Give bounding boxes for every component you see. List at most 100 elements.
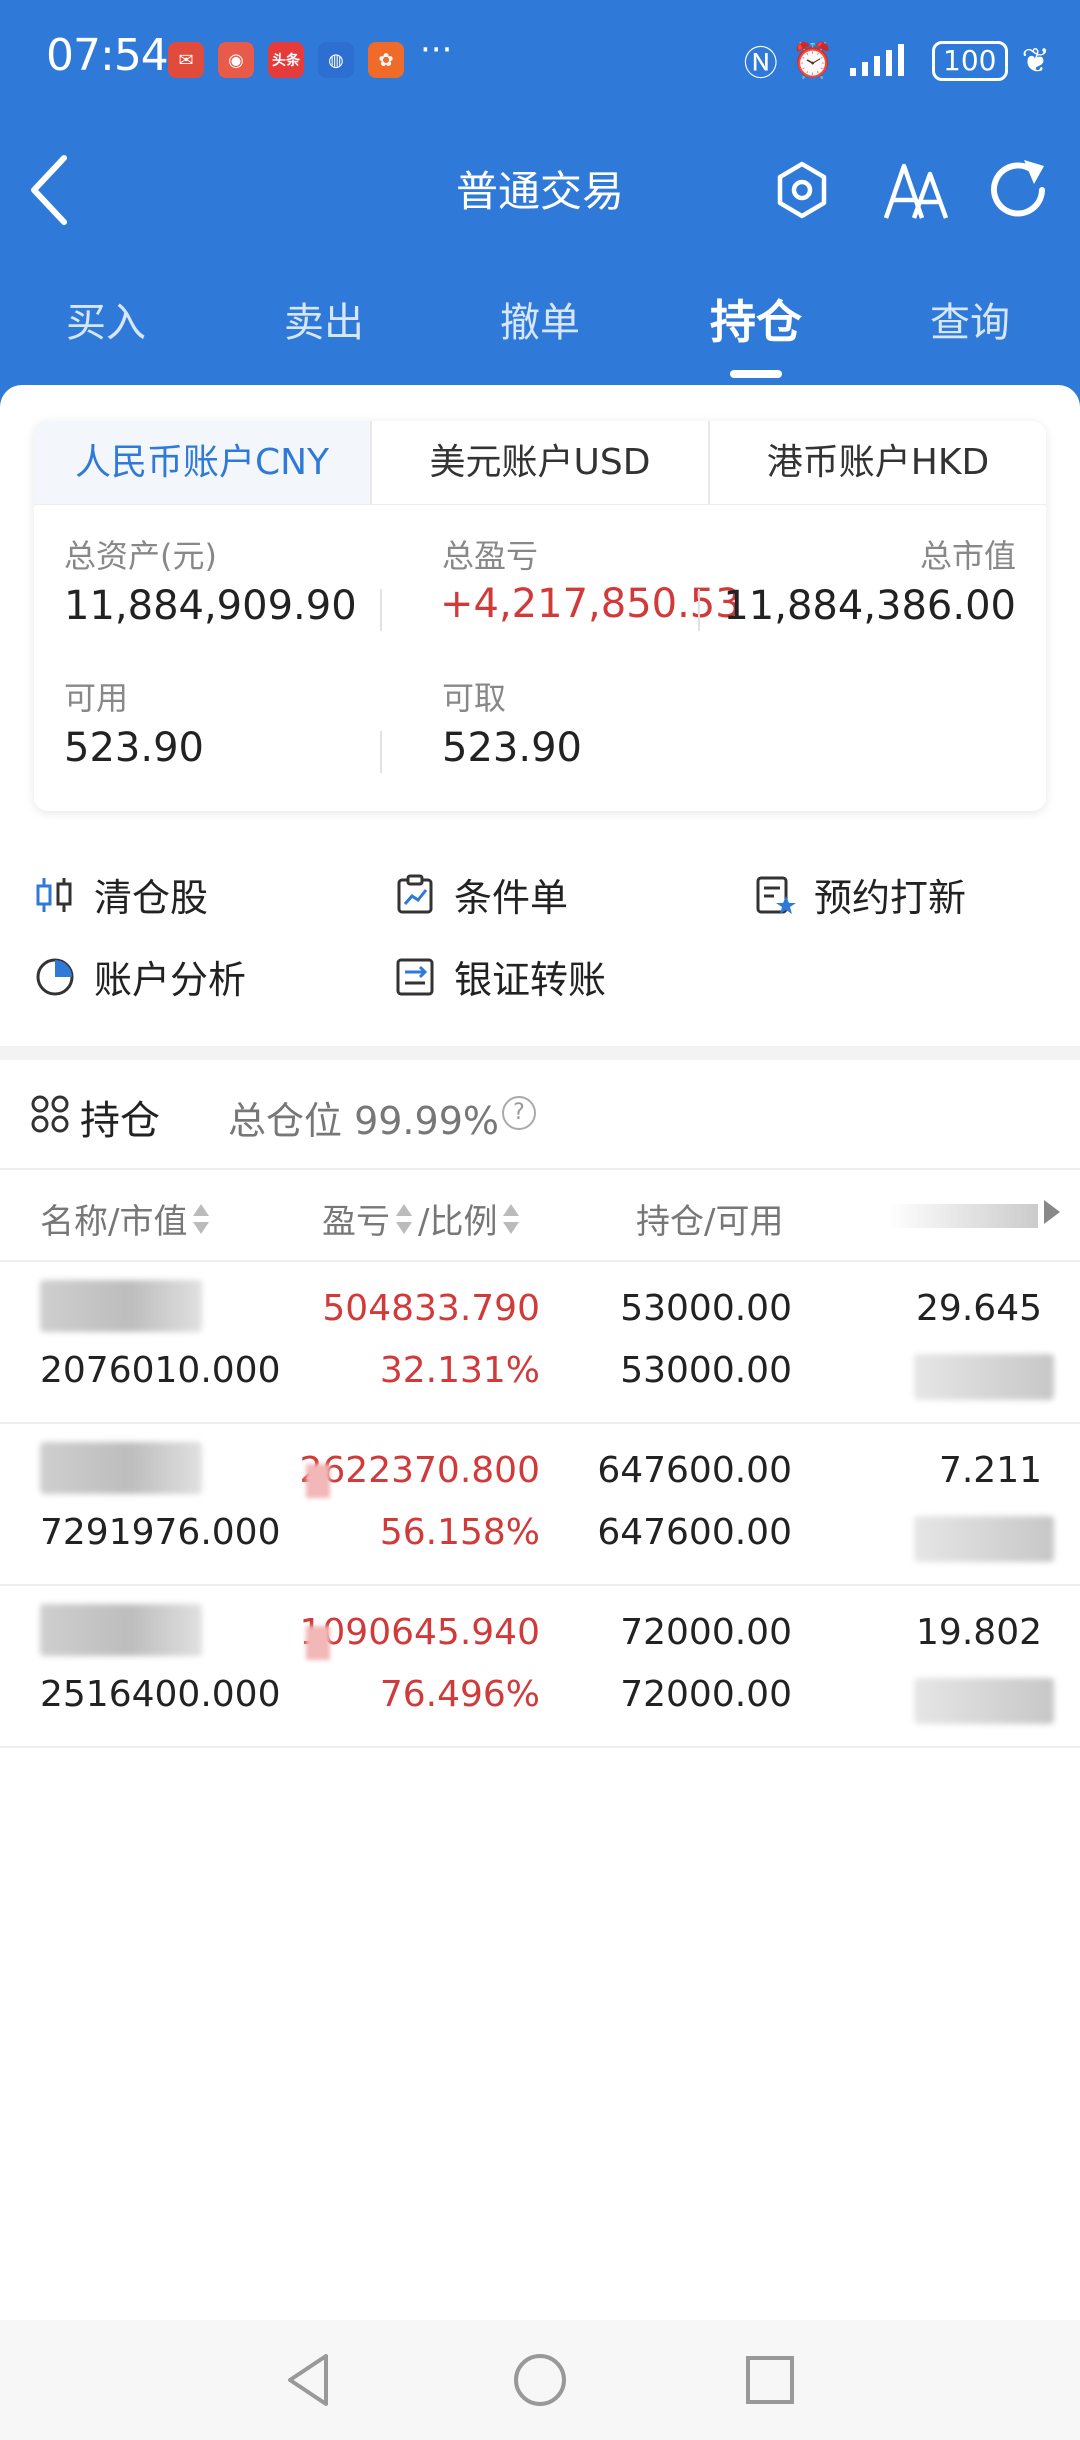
nav-back-icon[interactable] — [278, 2348, 342, 2412]
available-qty: 53000.00 — [620, 1350, 792, 1391]
available-qty: 72000.00 — [620, 1674, 792, 1715]
grid-icon — [31, 1095, 69, 1133]
clipboard-chart-icon — [397, 874, 433, 913]
table-row[interactable]: 2076010.000 504833.790 32.131% 53000.00 … — [0, 1262, 1080, 1424]
divider — [380, 731, 382, 773]
market-value: 7291976.000 — [40, 1512, 281, 1553]
trading-page: 07:54 ✉ ◉ 头条 ◍ ✿ ··· Ⓝ ⏰ 100 ❦ 普通交易 买入 卖… — [0, 0, 1080, 2440]
market-value-label: 总市值 — [919, 537, 1016, 575]
available-label: 可用 — [64, 679, 129, 717]
scroll-right-icon — [1044, 1200, 1060, 1224]
nav-recents-icon[interactable] — [738, 2348, 802, 2412]
holdings-column-header: 名称/市值 盈亏 /比例 持仓/可用 — [0, 1170, 1080, 1262]
pnl-percent: 32.131% — [379, 1350, 540, 1391]
col-quantity: 持仓/可用 — [636, 1194, 783, 1243]
blurred-stock-name — [40, 1604, 202, 1656]
account-metrics: 总资产(元) 11,884,909.90 总盈亏 +4,217,850.53 总… — [34, 505, 1046, 811]
market-value: 2516400.000 — [40, 1674, 281, 1715]
nav-bar: 普通交易 — [0, 120, 1080, 260]
total-assets-label: 总资产(元) — [64, 537, 217, 575]
col-ratio-label: /比例 — [418, 1202, 498, 1242]
status-right: Ⓝ ⏰ 100 ❦ — [744, 36, 1050, 85]
col-name-market-value[interactable]: 名称/市值 — [40, 1194, 210, 1243]
tab-sell[interactable]: 卖出 — [254, 290, 394, 348]
blurred-value — [914, 1678, 1054, 1724]
header: 07:54 ✉ ◉ 头条 ◍ ✿ ··· Ⓝ ⏰ 100 ❦ 普通交易 买入 卖… — [0, 0, 1080, 420]
status-bar: 07:54 ✉ ◉ 头条 ◍ ✿ ··· Ⓝ ⏰ 100 ❦ — [0, 0, 1080, 120]
document-star-icon — [756, 876, 796, 914]
account-analysis-button[interactable]: 账户分析 — [34, 949, 246, 1004]
divider — [698, 589, 700, 631]
currency-tabs: 人民币账户CNY 美元账户USD 港币账户HKD — [34, 421, 1046, 505]
nfc-icon: Ⓝ — [743, 44, 778, 84]
pnl-value: 504833.790 — [322, 1288, 540, 1329]
conditional-order-label: 条件单 — [454, 876, 569, 920]
market-value: 2076010.000 — [40, 1350, 281, 1391]
more-columns[interactable] — [888, 1194, 1068, 1238]
bank-transfer-label: 银证转账 — [454, 958, 607, 1002]
signal-icon — [850, 43, 905, 76]
pnl-percent: 56.158% — [379, 1512, 540, 1553]
blurred-value — [914, 1354, 1054, 1400]
tab-holdings[interactable]: 持仓 — [686, 286, 826, 352]
total-assets-value: 11,884,909.90 — [64, 583, 357, 629]
font-size-icon[interactable] — [880, 156, 950, 226]
sort-icon — [503, 1203, 520, 1234]
refresh-icon[interactable] — [980, 152, 1056, 228]
more-notifications-icon: ··· — [420, 30, 453, 70]
blurred-stock-name — [40, 1280, 202, 1332]
tab-query[interactable]: 查询 — [900, 290, 1040, 348]
withdrawable-label: 可取 — [442, 679, 507, 717]
pie-chart-icon — [36, 958, 74, 995]
trade-tabs: 买入 卖出 撤单 持仓 查询 — [0, 270, 1080, 380]
blurred-column-header — [888, 1204, 1038, 1228]
ipo-reservation-button[interactable]: 预约打新 — [754, 867, 966, 922]
pnl-value: 2622370.800 — [299, 1450, 541, 1491]
tab-buy[interactable]: 买入 — [36, 290, 176, 348]
ipo-reservation-label: 预约打新 — [814, 876, 967, 920]
app-icon: ✿ — [368, 42, 404, 78]
tab-cancel[interactable]: 撤单 — [470, 290, 610, 348]
blurred-digit — [306, 1464, 330, 1498]
col-pnl-ratio[interactable]: 盈亏 /比例 — [322, 1194, 520, 1243]
help-icon[interactable]: ? — [502, 1096, 536, 1130]
total-pnl-label: 总盈亏 — [442, 537, 539, 575]
pnl-percent: 76.496% — [379, 1674, 540, 1715]
app-icon: ◉ — [218, 42, 254, 78]
tab-currency-usd[interactable]: 美元账户USD — [370, 421, 708, 505]
withdrawable-value: 523.90 — [442, 725, 582, 771]
alarm-icon: ⏰ — [791, 40, 835, 81]
position-qty: 72000.00 — [620, 1612, 792, 1653]
cost-price: 29.645 — [916, 1288, 1042, 1329]
holdings-header: 持仓 总仓位 99.99% ? — [0, 1060, 1080, 1170]
account-analysis-label: 账户分析 — [94, 958, 247, 1002]
app-icon: ◍ — [318, 42, 354, 78]
conditional-order-button[interactable]: 条件单 — [394, 867, 568, 922]
holdings-title: 持仓 — [80, 1098, 160, 1144]
col-qty-label: 持仓/可用 — [636, 1202, 784, 1242]
sort-icon — [193, 1203, 210, 1234]
blurred-digit — [306, 1626, 330, 1660]
available-qty: 647600.00 — [597, 1512, 792, 1553]
leaf-icon: ❦ — [1021, 40, 1051, 81]
system-nav-bar — [0, 2320, 1080, 2440]
tab-currency-hkd[interactable]: 港币账户HKD — [708, 421, 1046, 505]
tab-currency-cny[interactable]: 人民币账户CNY — [34, 421, 370, 505]
position-qty: 53000.00 — [620, 1288, 792, 1329]
nav-home-icon[interactable] — [508, 2348, 572, 2412]
account-section: 人民币账户CNY 美元账户USD 港币账户HKD 总资产(元) 11,884,9… — [0, 385, 1080, 1060]
divider — [380, 589, 382, 631]
account-summary-card: 人民币账户CNY 美元账户USD 港币账户HKD 总资产(元) 11,884,9… — [34, 421, 1046, 811]
total-pnl-value: +4,217,850.53 — [440, 581, 741, 627]
available-value: 523.90 — [64, 725, 204, 771]
settings-icon[interactable] — [770, 158, 834, 222]
col-name-label: 名称/市值 — [40, 1202, 188, 1242]
position-qty: 647600.00 — [597, 1450, 792, 1491]
bank-transfer-button[interactable]: 银证转账 — [394, 949, 606, 1004]
position-ratio: 总仓位 99.99% — [228, 1099, 499, 1143]
table-row[interactable]: 7291976.000 2622370.800 56.158% 647600.0… — [0, 1424, 1080, 1586]
candlestick-icon — [36, 877, 72, 912]
section-divider — [0, 1046, 1080, 1060]
clear-stock-button[interactable]: 清仓股 — [34, 867, 208, 922]
table-row[interactable]: 2516400.000 1090645.940 76.496% 72000.00… — [0, 1586, 1080, 1748]
